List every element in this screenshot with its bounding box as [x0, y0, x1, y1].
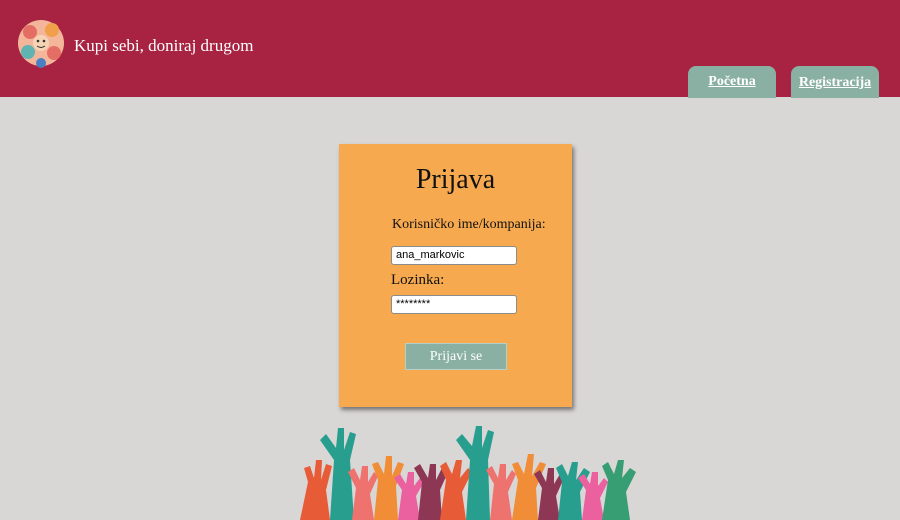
nav-register-link[interactable]: Registracija: [791, 66, 879, 98]
login-button[interactable]: Prijavi se: [405, 343, 507, 370]
raised-hands-illustration: [290, 420, 650, 520]
password-input[interactable]: ********: [391, 295, 517, 314]
header: Kupi sebi, doniraj drugom Početna Regist…: [0, 0, 900, 98]
login-title: Prijava: [415, 164, 496, 195]
logo-icon[interactable]: [16, 16, 66, 70]
password-label: Lozinka:: [391, 272, 445, 288]
site-title: Kupi sebi, doniraj drugom: [74, 36, 254, 55]
nav-home-link[interactable]: Početna: [688, 66, 776, 98]
username-input[interactable]: ana_markovic: [391, 246, 517, 265]
username-label: Korisničko ime/kompanija:: [392, 217, 546, 232]
login-card: Prijava Korisničko ime/kompanija: ana_ma…: [339, 144, 572, 407]
